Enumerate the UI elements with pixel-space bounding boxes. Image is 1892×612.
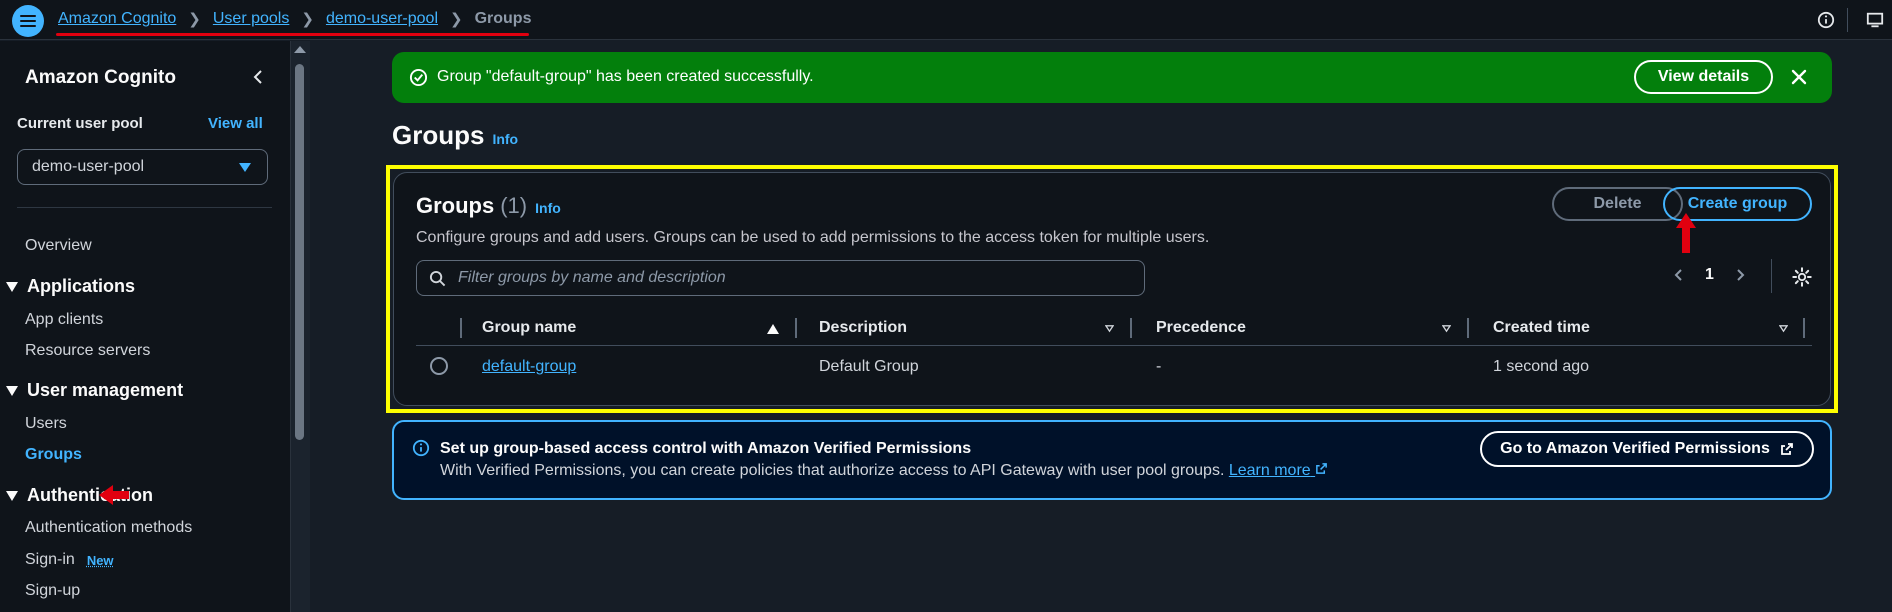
annotation-arrow-up-icon [1676, 213, 1696, 253]
learn-more-label: Learn more [1228, 462, 1311, 479]
view-details-button[interactable]: View details [1634, 60, 1773, 94]
annotation-arrow-left-icon [99, 485, 129, 505]
sidebar-section-applications[interactable]: Applications [6, 276, 135, 297]
verified-permissions-alert: Set up group-based access control with A… [392, 420, 1832, 500]
scrollbar-thumb[interactable] [295, 64, 304, 440]
caret-down-icon [6, 281, 18, 292]
alert-title: Set up group-based access control with A… [440, 440, 972, 457]
alert-body-text: With Verified Permissions, you can creat… [440, 462, 1225, 479]
sidebar-item-sign-in[interactable]: Sign-in New [25, 551, 114, 569]
sidebar-section-label: Applications [27, 276, 136, 296]
sidebar-item-users[interactable]: Users [25, 415, 67, 433]
user-pool-select-value: demo-user-pool [32, 158, 145, 175]
chevron-right-icon: ❯ [301, 11, 314, 28]
sidebar-section-user-management[interactable]: User management [6, 380, 183, 401]
sidebar-item-label: Sign-in [25, 551, 75, 568]
user-pool-select[interactable]: demo-user-pool [17, 149, 268, 185]
breadcrumb-amazon-cognito[interactable]: Amazon Cognito [58, 10, 176, 28]
menu-icon[interactable] [12, 5, 44, 37]
sidebar-item-resource-servers[interactable]: Resource servers [25, 342, 150, 360]
side-navigation: Amazon Cognito Current user pool View al… [0, 41, 290, 612]
breadcrumb-demo-user-pool[interactable]: demo-user-pool [326, 10, 438, 28]
info-circle-icon[interactable] [1815, 9, 1837, 31]
breadcrumb: Amazon Cognito ❯ User pools ❯ demo-user-… [58, 10, 531, 28]
info-link[interactable]: Info [492, 131, 518, 147]
divider [1847, 8, 1848, 32]
page-title-text: Groups [392, 120, 485, 150]
chevron-left-icon[interactable] [250, 67, 266, 87]
caret-down-icon [6, 385, 18, 396]
sidebar-section-label: Authentication [27, 485, 153, 505]
caret-down-icon [239, 163, 251, 172]
scroll-up-icon[interactable] [294, 46, 306, 53]
chevron-right-icon: ❯ [188, 11, 201, 28]
sidebar-item-authentication-methods[interactable]: Authentication methods [25, 519, 192, 537]
breadcrumb-user-pools[interactable]: User pools [213, 10, 289, 28]
info-circle-icon [412, 439, 430, 457]
page-title: Groups Info [392, 120, 518, 151]
go-to-verified-permissions-button[interactable]: Go to Amazon Verified Permissions [1480, 431, 1814, 467]
external-link-icon [1780, 443, 1793, 455]
button-label: Go to Amazon Verified Permissions [1500, 440, 1770, 457]
caret-down-icon [6, 490, 18, 501]
top-navigation-bar: Amazon Cognito ❯ User pools ❯ demo-user-… [0, 0, 1892, 40]
divider [17, 207, 272, 208]
sidebar-title[interactable]: Amazon Cognito [25, 67, 176, 89]
chevron-right-icon: ❯ [450, 11, 463, 28]
flash-message: Group "default-group" has been created s… [437, 68, 814, 85]
learn-more-link[interactable]: Learn more [1229, 462, 1328, 479]
sidebar-item-app-clients[interactable]: App clients [25, 311, 103, 329]
sidebar-section-label: User management [27, 380, 184, 400]
view-all-link[interactable]: View all [208, 115, 263, 132]
sidebar-item-overview[interactable]: Overview [25, 237, 92, 255]
check-circle-icon [409, 68, 428, 87]
alert-body: With Verified Permissions, you can creat… [440, 462, 1328, 480]
screen-icon[interactable] [1864, 9, 1886, 31]
annotation-underline [56, 33, 529, 36]
breadcrumb-current: Groups [474, 10, 532, 27]
sidebar-item-groups[interactable]: Groups [25, 446, 82, 464]
external-link-icon [1316, 463, 1328, 474]
success-flash: Group "default-group" has been created s… [392, 52, 1832, 103]
annotation-highlight-box [386, 165, 1838, 413]
current-user-pool-label: Current user pool [17, 115, 143, 132]
sidebar-item-sign-up[interactable]: Sign-up [25, 582, 80, 600]
close-icon[interactable] [1790, 68, 1808, 86]
new-badge: New [86, 552, 114, 568]
